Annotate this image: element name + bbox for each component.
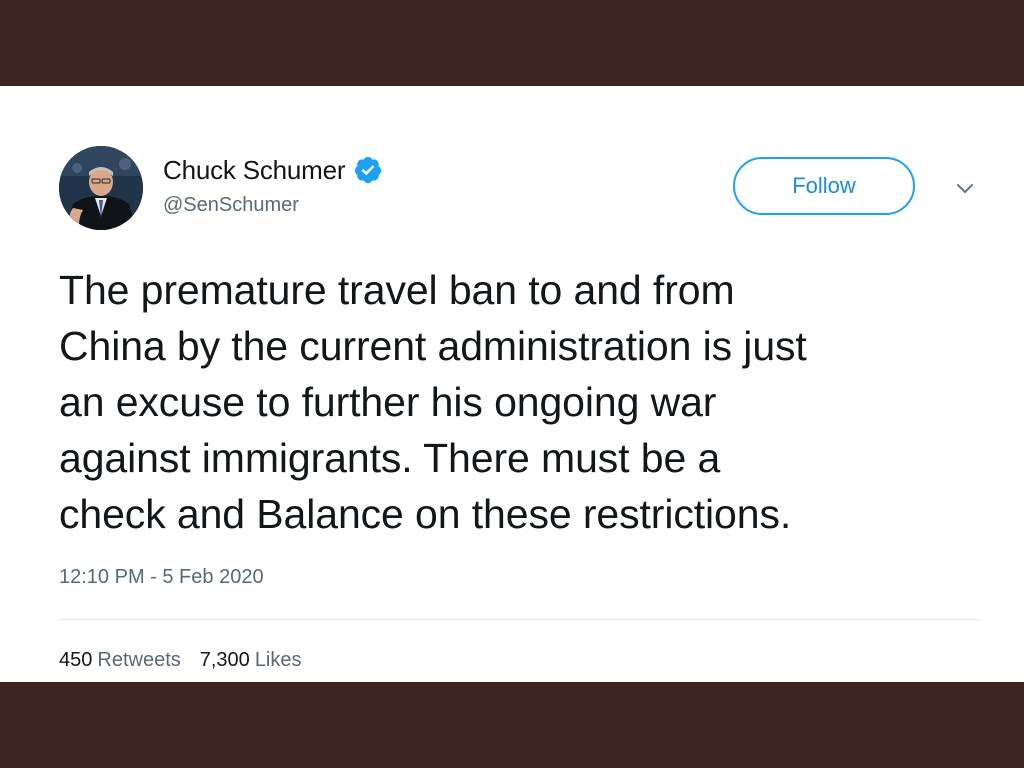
stats-divider (59, 619, 981, 620)
avatar[interactable] (59, 146, 143, 230)
display-name[interactable]: Chuck Schumer (163, 155, 346, 186)
likes-label: Likes (254, 649, 302, 671)
avatar-portrait-icon (59, 146, 143, 230)
tweet-text-line: check and Balance on these restrictions. (59, 491, 792, 537)
top-frame-band (0, 0, 1024, 86)
likes-count: 7,300 (199, 649, 250, 671)
tweet-text-line: The premature travel ban to and from (59, 267, 735, 313)
chevron-down-icon[interactable] (955, 182, 975, 196)
tweet-text-line: China by the current administration is j… (59, 323, 807, 369)
user-block: Chuck Schumer @SenSchumer (163, 154, 383, 217)
tweet-timestamp[interactable]: 12:10 PM - 5 Feb 2020 (59, 566, 264, 589)
tweet-stats: 450 Retweets 7,300 Likes (59, 649, 302, 672)
retweets-label: Retweets (97, 649, 181, 671)
tweet-text-line: against immigrants. There must be a (59, 435, 721, 481)
retweets-stat[interactable]: 450 Retweets (59, 649, 181, 672)
user-handle[interactable]: @SenSchumer (163, 194, 383, 217)
bottom-frame-band (0, 682, 1024, 768)
tweet-text-line: an excuse to further his ongoing war (59, 379, 717, 425)
verified-badge-icon (353, 155, 383, 185)
display-name-row: Chuck Schumer (163, 154, 383, 186)
tweet-card: Chuck Schumer @SenSchumer Follow The pre… (0, 86, 1024, 682)
likes-stat[interactable]: 7,300 Likes (200, 649, 302, 672)
follow-button[interactable]: Follow (733, 157, 915, 215)
tweet-text: The premature travel ban to and from Chi… (59, 262, 999, 542)
retweets-count: 450 (59, 649, 93, 671)
